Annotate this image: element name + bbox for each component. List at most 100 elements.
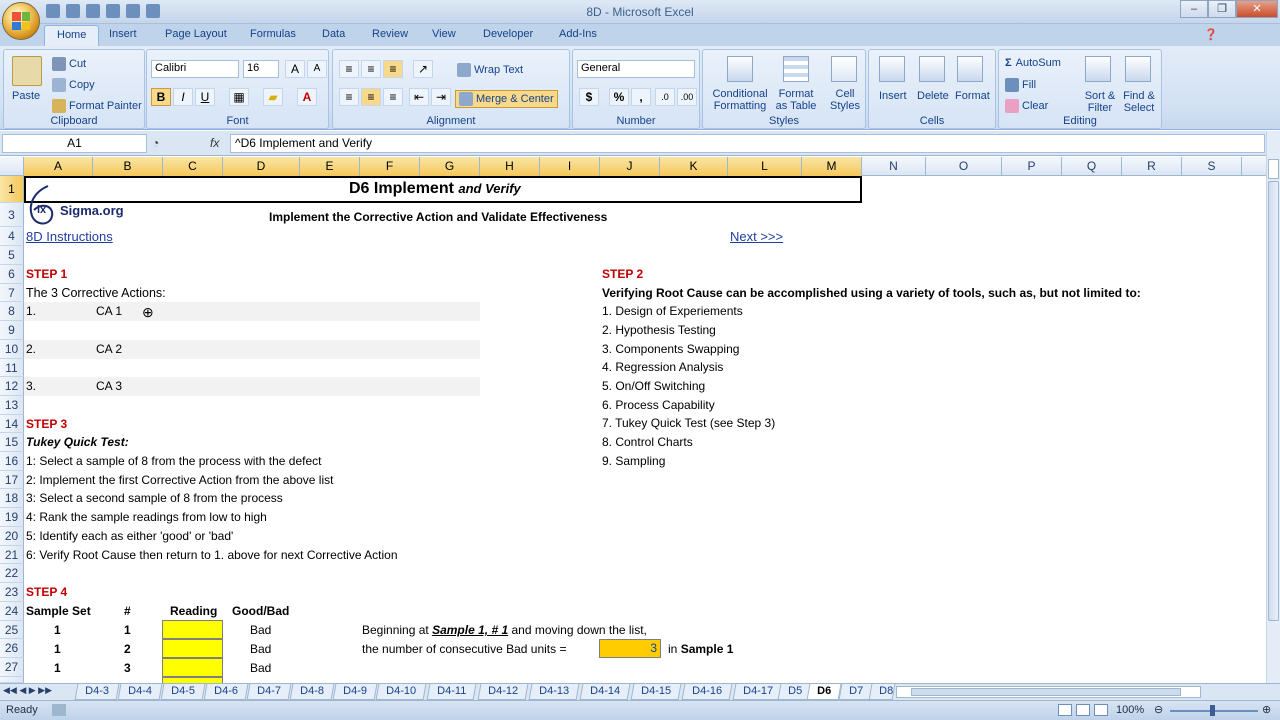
tab-formulas[interactable]: Formulas: [250, 28, 296, 40]
row-header[interactable]: 7: [0, 284, 24, 302]
row-header[interactable]: 23: [0, 583, 24, 602]
align-right-button[interactable]: ≡: [383, 88, 403, 106]
decrease-indent-button[interactable]: ⇤: [409, 88, 429, 106]
page-break-view-icon[interactable]: [1094, 704, 1108, 716]
column-header[interactable]: C: [163, 157, 223, 176]
column-header[interactable]: A: [24, 157, 93, 176]
column-header[interactable]: G: [420, 157, 480, 176]
tab-page-layout[interactable]: Page Layout: [165, 28, 227, 40]
fill-color-button[interactable]: ▰: [263, 88, 283, 106]
tab-scroll-icon[interactable]: ◀◀ ◀ ▶ ▶▶: [3, 685, 52, 696]
worksheet-grid[interactable]: D6 Implement and Verify ix Sigma.org Imp…: [24, 176, 1266, 683]
cut-button[interactable]: Cut: [52, 57, 86, 71]
format-painter-button[interactable]: Format Painter: [52, 99, 142, 113]
restore-button[interactable]: ❐: [1208, 0, 1236, 18]
row-header[interactable]: 6: [0, 265, 24, 284]
bold-button[interactable]: B: [151, 88, 171, 106]
align-bottom-button[interactable]: ≡: [383, 60, 403, 78]
tab-insert[interactable]: Insert: [109, 28, 137, 40]
align-left-button[interactable]: ≡: [339, 88, 359, 106]
reading-input[interactable]: [162, 620, 223, 639]
font-name-select[interactable]: Calibri: [151, 60, 239, 78]
zoom-level[interactable]: 100%: [1116, 704, 1144, 716]
number-format-select[interactable]: General: [577, 60, 695, 78]
column-header[interactable]: D: [223, 157, 300, 176]
row-header[interactable]: 12: [0, 377, 24, 396]
wrap-text-button[interactable]: Wrap Text: [457, 63, 523, 77]
row-header[interactable]: 5: [0, 246, 24, 265]
row-header[interactable]: 14: [0, 415, 24, 433]
horizontal-scrollbar[interactable]: [896, 686, 1201, 698]
minimize-button[interactable]: –: [1180, 0, 1208, 18]
row-header[interactable]: 18: [0, 489, 24, 508]
autosum-button[interactable]: Σ AutoSum: [1005, 57, 1061, 69]
shrink-font-button[interactable]: A: [307, 60, 327, 78]
zoom-out-icon[interactable]: ⊖: [1154, 703, 1163, 716]
font-color-button[interactable]: A: [297, 88, 317, 106]
sheet-tab[interactable]: D4-8: [289, 684, 335, 700]
tab-developer[interactable]: Developer: [483, 28, 533, 40]
row-header[interactable]: 1: [0, 176, 24, 203]
column-header[interactable]: E: [300, 157, 360, 176]
horizontal-scroll-thumb[interactable]: [911, 688, 1181, 696]
formula-input[interactable]: ^D6 Implement and Verify: [230, 134, 1265, 153]
percent-button[interactable]: %: [609, 88, 629, 106]
column-header[interactable]: S: [1182, 157, 1242, 176]
tab-add-ins[interactable]: Add-Ins: [559, 28, 597, 40]
align-center-button[interactable]: ≡: [361, 88, 381, 106]
sheet-tab[interactable]: D4-12: [477, 684, 529, 700]
row-header[interactable]: 8: [0, 302, 24, 321]
increase-indent-button[interactable]: ⇥: [431, 88, 451, 106]
paste-icon[interactable]: [12, 56, 42, 86]
row-header[interactable]: 10: [0, 340, 24, 359]
row-header[interactable]: 26: [0, 639, 24, 658]
column-header[interactable]: B: [93, 157, 163, 176]
fill-button[interactable]: Fill: [1005, 78, 1036, 92]
column-header[interactable]: H: [480, 157, 540, 176]
format-button[interactable]: Format: [955, 90, 990, 102]
sheet-tab[interactable]: D4-13: [528, 684, 580, 700]
page-layout-view-icon[interactable]: [1076, 704, 1090, 716]
column-header[interactable]: P: [1002, 157, 1062, 176]
cell-styles-button[interactable]: Cell Styles: [825, 88, 865, 112]
sheet-tab[interactable]: D4-11: [426, 684, 477, 700]
sheet-tab[interactable]: D4-7: [246, 684, 292, 700]
row-header[interactable]: 25: [0, 621, 24, 639]
sheet-tab[interactable]: D4-17: [732, 684, 784, 700]
sheet-tab[interactable]: D4-4: [117, 684, 163, 700]
sheet-tab-active[interactable]: D6: [806, 684, 842, 700]
name-box[interactable]: A1: [2, 134, 147, 153]
zoom-in-icon[interactable]: ⊕: [1262, 703, 1271, 716]
clear-button[interactable]: Clear: [1005, 99, 1048, 113]
format-as-table-button[interactable]: Format as Table: [773, 88, 819, 112]
row-header[interactable]: 16: [0, 452, 24, 471]
align-middle-button[interactable]: ≡: [361, 60, 381, 78]
column-header[interactable]: N: [862, 157, 926, 176]
sheet-tab[interactable]: D4-9: [332, 684, 378, 700]
sheet-tab[interactable]: D8: [868, 684, 896, 700]
borders-button[interactable]: ▦: [229, 88, 249, 106]
scroll-thumb[interactable]: [1268, 181, 1279, 621]
row-header[interactable]: 3: [0, 203, 24, 227]
instructions-link[interactable]: 8D Instructions: [26, 229, 113, 244]
next-link[interactable]: Next >>>: [730, 229, 783, 244]
row-header[interactable]: 24: [0, 602, 24, 621]
macro-record-icon[interactable]: [52, 704, 66, 716]
sheet-tab[interactable]: D4-6: [203, 684, 249, 700]
column-header[interactable]: M: [802, 157, 862, 176]
column-header[interactable]: K: [660, 157, 728, 176]
column-header[interactable]: O: [926, 157, 1002, 176]
copy-button[interactable]: Copy: [52, 78, 95, 92]
row-header[interactable]: 9: [0, 321, 24, 340]
increase-decimal-button[interactable]: .0: [655, 88, 675, 106]
sheet-tab[interactable]: D4-15: [630, 684, 682, 700]
row-header[interactable]: 22: [0, 564, 24, 583]
delete-button[interactable]: Delete: [917, 90, 949, 102]
insert-function-button[interactable]: fx: [210, 136, 219, 150]
scroll-up-arrow[interactable]: [1268, 159, 1279, 179]
row-header[interactable]: 21: [0, 546, 24, 564]
sheet-tab[interactable]: D4-5: [160, 684, 206, 700]
row-header[interactable]: 17: [0, 471, 24, 489]
row-header[interactable]: 11: [0, 359, 24, 377]
column-header[interactable]: J: [600, 157, 660, 176]
